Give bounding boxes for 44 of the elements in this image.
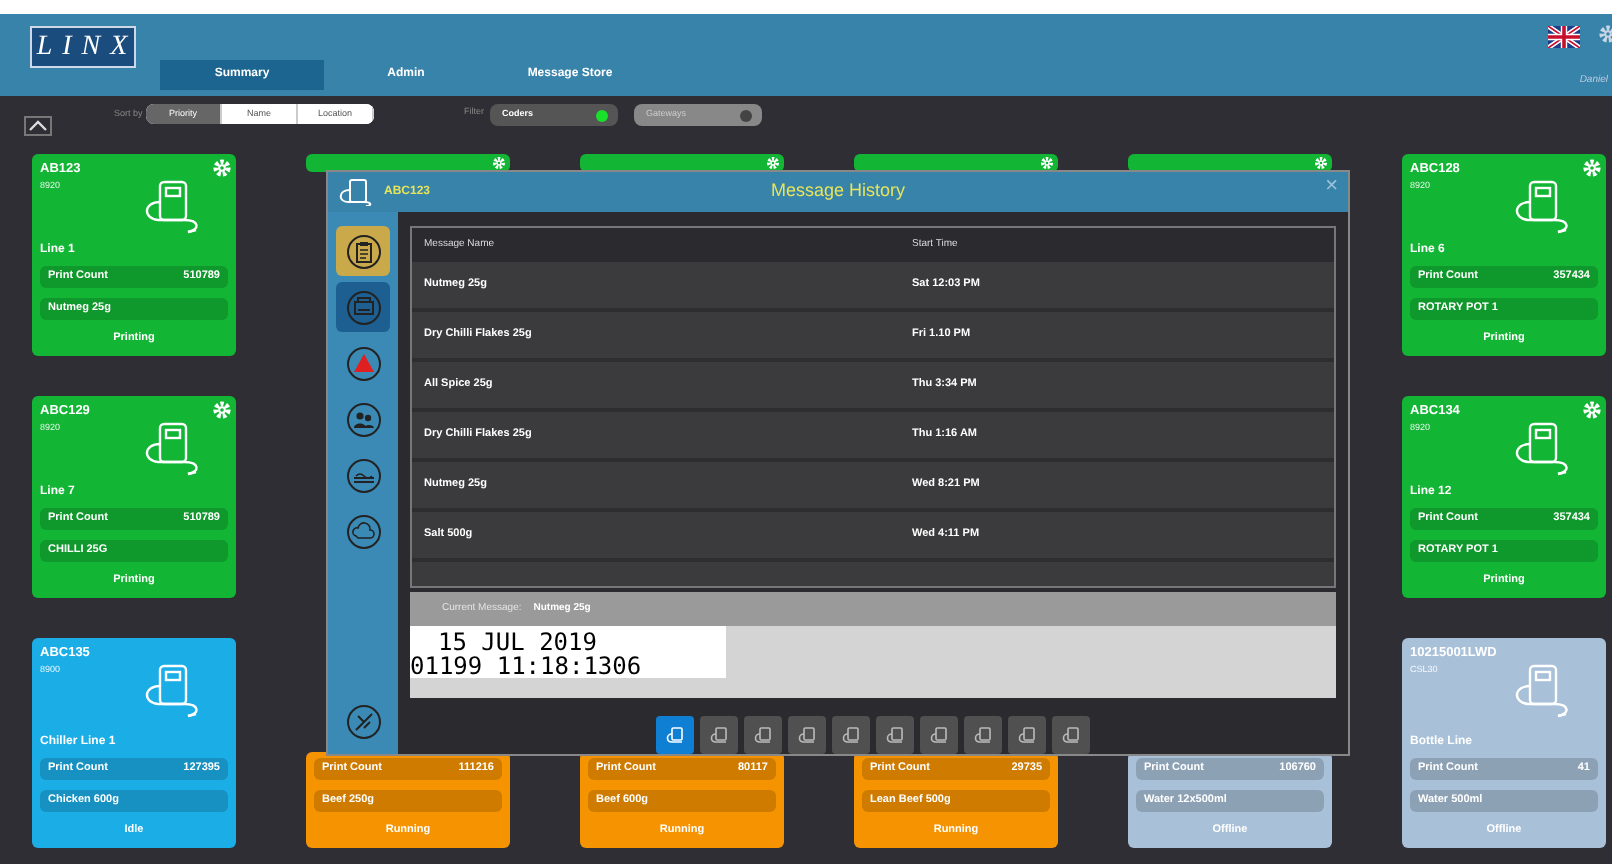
sidebar-button[interactable] xyxy=(336,226,390,276)
printer-icon xyxy=(973,726,993,744)
dialog-title: Message History xyxy=(770,180,906,201)
linx-logo: LINX xyxy=(30,26,136,68)
printer-icon xyxy=(140,420,204,478)
printer-icon xyxy=(841,726,861,744)
printer-icon xyxy=(709,726,729,744)
people-icon xyxy=(345,401,381,437)
printer-icon xyxy=(1017,726,1037,744)
printer-icon xyxy=(1510,420,1574,478)
close-button[interactable]: × xyxy=(1325,176,1338,198)
printer-icon xyxy=(336,178,376,206)
printer-tab[interactable] xyxy=(656,716,694,754)
preview-text-line: 15 JUL 2019 xyxy=(436,630,599,654)
printer-icon xyxy=(665,726,685,744)
printer-tab[interactable] xyxy=(1008,716,1046,754)
printer-icon xyxy=(885,726,905,744)
printer-card[interactable] xyxy=(306,154,510,172)
printer-tab[interactable] xyxy=(876,716,914,754)
cloud-icon xyxy=(345,513,381,549)
clipboard-icon xyxy=(345,233,381,269)
settings-icon[interactable] xyxy=(1598,24,1612,44)
printer-icon xyxy=(140,178,204,236)
warning-icon xyxy=(345,345,381,381)
printer-icon xyxy=(753,726,773,744)
printer-icon xyxy=(797,726,817,744)
printer-tab[interactable] xyxy=(700,716,738,754)
network-icon xyxy=(345,703,381,739)
printer-icon xyxy=(140,662,204,720)
preview-text-line: 01199 11:18:1306 xyxy=(410,654,644,678)
printer-tab[interactable] xyxy=(832,716,870,754)
language-flag-icon[interactable] xyxy=(1548,26,1580,48)
printer-tab[interactable] xyxy=(788,716,826,754)
printer-icon xyxy=(1510,178,1574,236)
printer-icon xyxy=(1510,662,1574,720)
printer-tab[interactable] xyxy=(744,716,782,754)
printer-tab[interactable] xyxy=(964,716,1002,754)
printer-icon xyxy=(345,289,381,325)
printer-icon xyxy=(1061,726,1081,744)
printer-tab[interactable] xyxy=(1052,716,1090,754)
collapse-button-icon[interactable] xyxy=(24,116,52,136)
ink-icon xyxy=(345,457,381,493)
printer-tab[interactable] xyxy=(920,716,958,754)
printer-icon xyxy=(929,726,949,744)
